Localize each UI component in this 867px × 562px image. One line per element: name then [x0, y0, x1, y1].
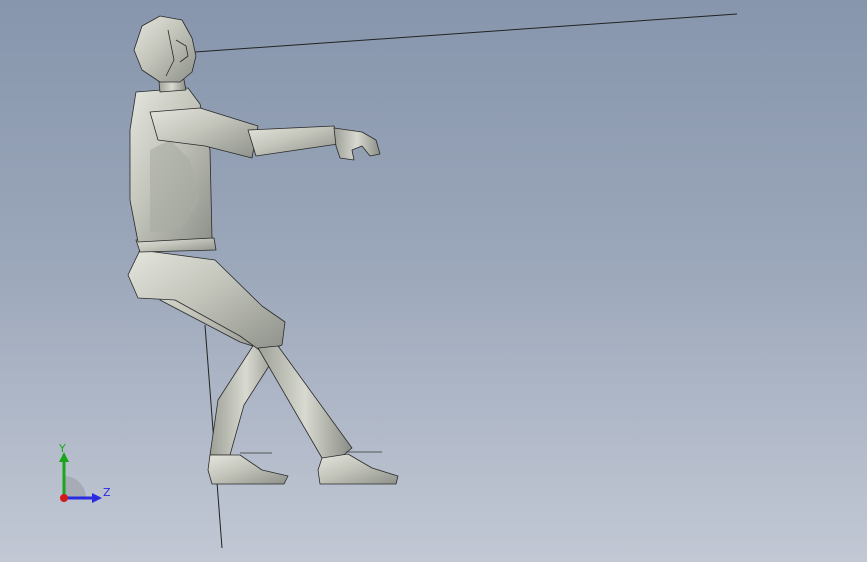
coordinate-triad-icon [59, 452, 102, 503]
hand [333, 127, 381, 161]
right-thigh [127, 249, 286, 353]
axis-label-y: Y [59, 442, 66, 455]
right-foot [317, 453, 399, 485]
model-scene[interactable] [0, 0, 867, 562]
mannequin[interactable] [127, 15, 399, 485]
coordinate-triad: Y Z [46, 440, 118, 512]
sight-line [194, 13, 738, 53]
forearm [247, 125, 339, 157]
right-shin [257, 345, 353, 459]
graphics-viewport[interactable]: Y Z [0, 0, 867, 562]
left-foot [207, 454, 289, 485]
axis-label-z: Z [103, 486, 111, 499]
